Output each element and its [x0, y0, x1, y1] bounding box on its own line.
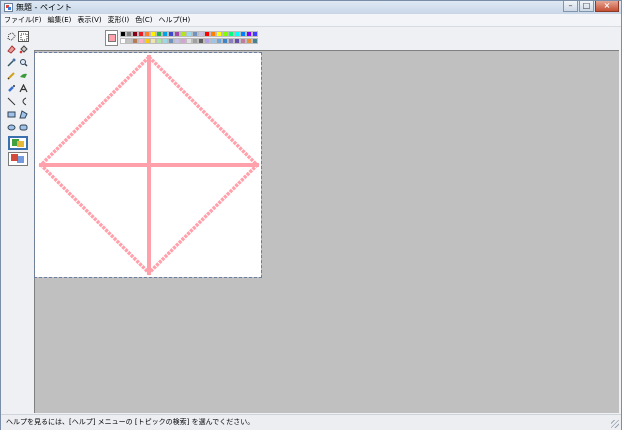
magnifier-tool[interactable] [18, 57, 29, 68]
drawing-svg [38, 54, 260, 276]
drawing-canvas[interactable] [34, 52, 262, 278]
line-tool[interactable] [6, 96, 17, 107]
magnifier-icon [20, 59, 28, 67]
brush-icon [20, 73, 27, 78]
curve-tool[interactable] [18, 96, 29, 107]
canvas-area[interactable] [34, 50, 619, 413]
rectangle-tool[interactable] [6, 109, 17, 120]
menu-colors[interactable]: 色(C) [132, 14, 155, 26]
menu-help[interactable]: ヘルプ(H) [156, 14, 194, 26]
text-a-icon [19, 84, 28, 93]
minimize-icon: – [568, 1, 573, 10]
close-icon: × [603, 1, 611, 10]
resize-grip-icon[interactable] [611, 420, 619, 428]
menu-image[interactable]: 変形(I) [105, 14, 133, 26]
eraser-tool[interactable] [6, 44, 17, 55]
free-form-select-tool[interactable] [6, 31, 17, 42]
close-button[interactable]: × [595, 1, 619, 12]
polygon-tool[interactable] [18, 109, 29, 120]
status-text: ヘルプを見るには、[ヘルプ] メニューの [トピックの検索] を選んでください。 [6, 418, 255, 426]
maximize-button[interactable]: □ [579, 1, 594, 12]
select-tool[interactable] [18, 31, 29, 42]
curve-icon [22, 97, 27, 106]
airbrush-icon [8, 85, 15, 92]
pencil-tool[interactable] [6, 70, 17, 81]
opaque-background-option[interactable] [8, 136, 28, 150]
free-form-select-icon [7, 32, 16, 41]
rect-select-icon [20, 33, 28, 41]
window-title: 無題 - ペイント [16, 3, 72, 12]
brush-tool[interactable] [18, 70, 29, 81]
paint-bucket-icon [19, 45, 28, 54]
window-controls: – □ × [562, 1, 619, 13]
menu-bar: ファイル(F) 編集(E) 表示(V) 変形(I) 色(C) ヘルプ(H) [1, 14, 621, 27]
maximize-icon: □ [582, 1, 591, 10]
rounded-rectangle-icon [19, 124, 28, 131]
title-bar[interactable]: 無題 - ペイント – □ × [1, 1, 621, 14]
rounded-rectangle-tool[interactable] [18, 122, 29, 133]
eyedropper-icon [7, 58, 16, 67]
palette-swatch[interactable] [252, 38, 258, 44]
current-colors[interactable] [105, 30, 118, 46]
status-bar: ヘルプを見るには、[ヘルプ] メニューの [トピックの検索] を選んでください。 [1, 414, 621, 430]
pick-color-tool[interactable] [6, 57, 17, 68]
minimize-button[interactable]: – [563, 1, 578, 12]
ellipse-icon [7, 124, 16, 131]
transparent-option-icon [11, 154, 24, 163]
paint-window: 無題 - ペイント – □ × ファイル(F) 編集(E) 表示(V) 変形(I… [0, 0, 622, 430]
menu-edit[interactable]: 編集(E) [45, 14, 75, 26]
menu-file[interactable]: ファイル(F) [1, 14, 45, 26]
fill-tool[interactable] [18, 44, 29, 55]
text-tool[interactable] [18, 83, 29, 94]
opaque-option-icon [12, 139, 24, 147]
foreground-color-swatch [108, 34, 116, 42]
menu-view[interactable]: 表示(V) [74, 14, 104, 26]
line-icon [7, 97, 16, 106]
polygon-icon [19, 110, 28, 119]
airbrush-tool[interactable] [6, 83, 17, 94]
pencil-icon [7, 72, 15, 80]
rectangle-icon [7, 111, 16, 118]
transparent-background-option[interactable] [8, 152, 28, 166]
tool-box [3, 28, 33, 413]
ellipse-tool[interactable] [6, 122, 17, 133]
palette-swatch[interactable] [252, 31, 258, 37]
paint-app-icon [4, 3, 13, 12]
eraser-icon [7, 45, 16, 54]
